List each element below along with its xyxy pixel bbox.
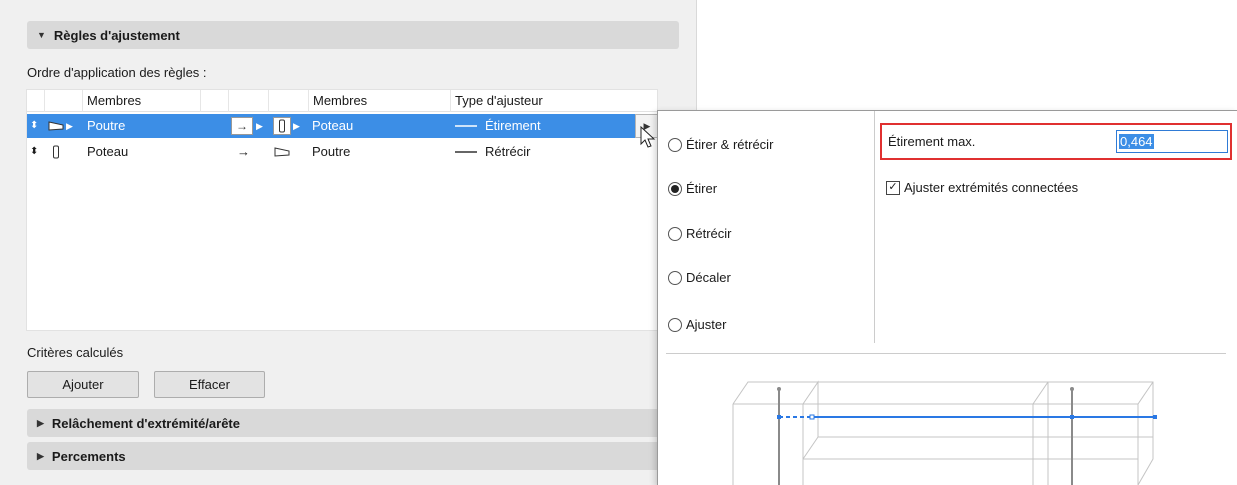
computed-criteria-label: Critères calculés — [27, 345, 124, 360]
line-type-icon — [455, 140, 479, 164]
header-members-1: Membres — [83, 90, 201, 112]
radio-button[interactable] — [668, 270, 682, 285]
play-triangle-icon[interactable]: ▶ — [256, 114, 263, 138]
option-label: Rétrécir — [686, 226, 732, 241]
member-2-name: Poteau — [312, 118, 354, 133]
option-stretch-shrink[interactable]: Étirer & rétrécir — [668, 137, 773, 152]
expanded-triangle-icon: ▼ — [37, 30, 46, 40]
member-1-name: Poutre — [87, 118, 126, 133]
option-adjust[interactable]: Ajuster — [668, 317, 726, 332]
vertical-divider — [874, 111, 875, 343]
add-button[interactable]: Ajouter — [27, 371, 139, 398]
max-stretch-value: 0,464 — [1119, 134, 1154, 149]
trim-settings-dialog: ▼ Règles d'ajustement Ordre d'applicatio… — [0, 0, 697, 485]
percements-section-header[interactable]: ▶ Percements — [27, 442, 679, 470]
table-row[interactable]: ⬍ ▶ Poutre → ▶ ▶ Poteau Étirement ▶ — [27, 114, 659, 138]
adjuster-type-popover: Étirer & rétrécir Étirer Rétrécir Décale… — [657, 110, 1237, 485]
adjuster-type: Rétrécir — [485, 144, 531, 159]
play-triangle-icon[interactable]: ▶ — [293, 114, 300, 138]
horizontal-divider — [666, 353, 1226, 354]
adjust-rules-section-header[interactable]: ▼ Règles d'ajustement — [27, 21, 679, 49]
rules-order-label: Ordre d'application des règles : — [27, 65, 207, 80]
mouse-cursor-icon — [640, 126, 656, 148]
option-shrink[interactable]: Rétrécir — [668, 226, 732, 241]
arrow-right-icon: → — [231, 117, 253, 135]
adjust-connected-ends[interactable]: ✓ Ajuster extrémités connectées — [886, 180, 1078, 195]
radio-button[interactable] — [668, 226, 682, 241]
beam-icon — [47, 117, 65, 135]
column-icon — [273, 117, 291, 135]
radio-button[interactable] — [668, 137, 682, 152]
member-1-name: Poteau — [87, 144, 129, 159]
option-offset[interactable]: Décaler — [668, 270, 731, 285]
clear-button[interactable]: Effacer — [154, 371, 265, 398]
radio-button[interactable] — [668, 317, 682, 332]
header-members-2: Membres — [309, 90, 451, 112]
rules-table: Membres Membres Type d'ajusteur ⬍ ▶ Pout… — [26, 89, 659, 331]
option-stretch[interactable]: Étirer — [668, 181, 717, 196]
section-title: Relâchement d'extrémité/arête — [51, 415, 240, 431]
option-label: Étirer — [686, 181, 718, 196]
option-label: Ajuster — [686, 317, 727, 332]
drag-handle-icon[interactable]: ⬍ — [30, 114, 38, 138]
column-icon — [47, 143, 65, 161]
section-title: Règles d'ajustement — [53, 27, 180, 43]
checkbox-label: Ajuster extrémités connectées — [904, 180, 1079, 195]
play-triangle-icon[interactable]: ▶ — [66, 114, 73, 138]
collapsed-triangle-icon: ▶ — [37, 450, 44, 461]
max-stretch-field: Étirement max. 0,464 — [880, 123, 1232, 160]
collapsed-triangle-icon: ▶ — [37, 417, 44, 428]
table-row[interactable]: ⬍ Poteau → Poutre Rétrécir — [27, 140, 657, 164]
beam-icon — [273, 143, 291, 161]
line-type-icon — [455, 114, 479, 138]
release-section-header[interactable]: ▶ Relâchement d'extrémité/arête — [27, 409, 679, 437]
radio-button[interactable] — [668, 181, 682, 196]
drag-handle-icon[interactable]: ⬍ — [30, 140, 38, 164]
option-label: Décaler — [686, 270, 731, 285]
member-2-name: Poutre — [312, 144, 351, 159]
table-header: Membres Membres Type d'ajusteur — [27, 90, 657, 112]
option-label: Étirer & rétrécir — [686, 137, 774, 152]
section-title: Percements — [51, 448, 126, 464]
arrow-right-icon: → — [237, 144, 250, 159]
max-stretch-label: Étirement max. — [888, 134, 976, 149]
max-stretch-input[interactable]: 0,464 — [1116, 130, 1228, 153]
stretch-preview-diagram — [732, 380, 1157, 485]
checkbox[interactable]: ✓ — [886, 180, 900, 195]
header-adjuster-type: Type d'ajusteur — [455, 93, 543, 108]
adjuster-type: Étirement — [485, 118, 541, 133]
